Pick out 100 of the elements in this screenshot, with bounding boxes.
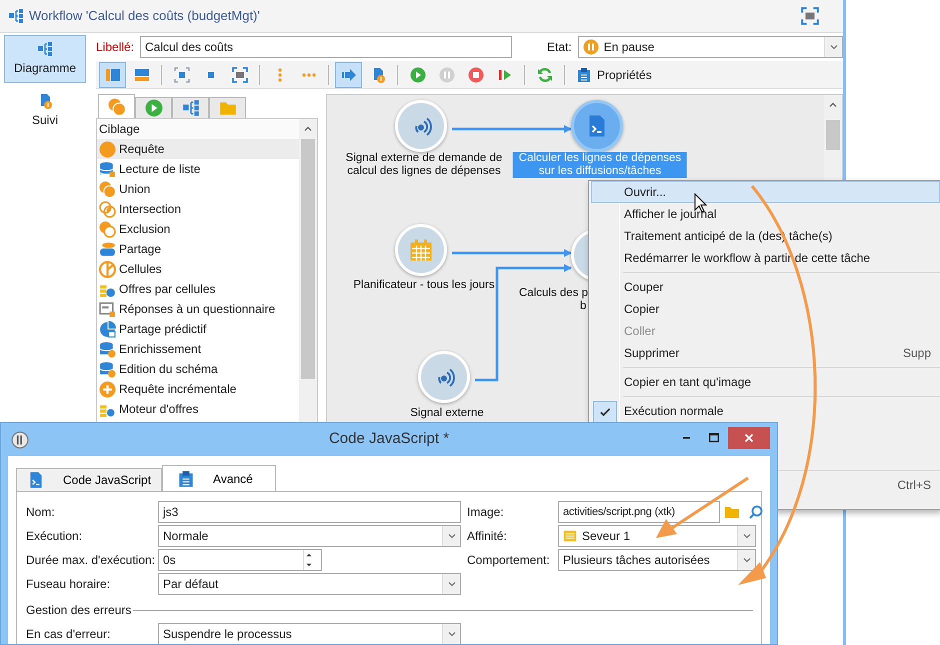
nav-tab[interactable]: Suivi: [4, 87, 86, 135]
palette-tab[interactable]: [98, 94, 135, 118]
palette-item[interactable]: Offres par cellules: [97, 279, 299, 299]
group-title: Gestion des erreurs: [26, 602, 132, 619]
palette-item[interactable]: Edition du schéma: [97, 359, 299, 379]
dropdown[interactable]: Plusieurs tâches autorisées: [558, 549, 756, 571]
dots-icon: [302, 72, 316, 76]
dialog-tab[interactable]: Avancé: [162, 465, 276, 491]
circles-icon: [99, 200, 116, 218]
server-icon: [563, 529, 577, 543]
palette-item[interactable]: Partage prédictif: [97, 319, 299, 339]
stop-icon: [468, 66, 484, 82]
node-label: Calculer les lignes de dépenses sur les diffusions/tâches: [512, 152, 688, 178]
refresh-icon: [536, 66, 552, 82]
palette-tab[interactable]: [172, 97, 209, 118]
app-icon: [11, 430, 29, 448]
workflow-icon: [37, 41, 53, 57]
plus-icon: [99, 380, 116, 398]
close-icon: [742, 431, 756, 445]
folder-button[interactable]: [724, 504, 740, 520]
palette-item[interactable]: Cellules: [97, 259, 299, 279]
toolbar-button[interactable]: [335, 62, 362, 88]
menu-item[interactable]: Copier: [591, 298, 940, 320]
close-button[interactable]: [728, 427, 770, 449]
spin-field[interactable]: 0s: [158, 549, 322, 571]
dropdown[interactable]: Seveur 1: [558, 525, 756, 547]
window-title: Workflow 'Calcul des coûts (budgetMgt)': [29, 7, 260, 26]
database-icon: [99, 360, 116, 378]
palette-item[interactable]: Lecture de liste: [97, 159, 299, 179]
palette-item[interactable]: Intersection: [97, 199, 299, 219]
field-label: Image:: [467, 504, 505, 521]
fit-icon: [174, 66, 190, 82]
field-label: Fuseau horaire:: [26, 576, 112, 593]
search-button[interactable]: [748, 504, 764, 520]
palette-item[interactable]: Exclusion: [97, 219, 299, 239]
field-label: Libellé:: [96, 39, 136, 56]
node-label: Signal externe: [410, 407, 484, 420]
palette-tab[interactable]: [135, 97, 172, 118]
workflow-icon: [8, 8, 24, 24]
minimize-icon: [682, 437, 690, 439]
properties-button[interactable]: Propriétés: [571, 62, 657, 88]
database-icon: [99, 160, 116, 178]
search-icon: [748, 504, 764, 520]
field-label: Exécution:: [26, 528, 84, 545]
state-select[interactable]: En pause: [578, 36, 843, 58]
circles-icon: [99, 180, 116, 198]
database-icon: [99, 340, 116, 358]
pause-icon: [438, 66, 454, 82]
field-label: Comportement:: [467, 552, 551, 569]
menu-item[interactable]: Afficher le journal: [591, 203, 940, 225]
calendar-icon: [409, 238, 433, 262]
pause-icon: [582, 39, 599, 55]
play-icon: [410, 66, 426, 82]
dots-icon: [278, 68, 282, 82]
field-label: Affinité:: [467, 528, 508, 545]
field-label: Etat:: [547, 39, 572, 56]
palette-item[interactable]: Union: [97, 179, 299, 199]
node-label: Calculs des p b: [519, 287, 588, 313]
label-field[interactable]: Calcul des coûts: [140, 36, 512, 58]
dropdown[interactable]: Suspendre le processus: [158, 623, 461, 644]
text-field[interactable]: js3: [158, 501, 461, 523]
dropdown[interactable]: Normale: [158, 525, 461, 547]
clipboard-icon: [576, 66, 592, 82]
nav-tab[interactable]: Diagramme: [4, 35, 86, 83]
image-field[interactable]: activities/script.png (xtk): [558, 501, 720, 523]
database-icon: [99, 240, 116, 258]
maximize-icon: [707, 431, 721, 445]
fullscreen-icon: [801, 7, 819, 25]
menu-item[interactable]: Exécution normale: [591, 400, 940, 422]
node-label: Planificateur - tous les jours: [353, 279, 495, 292]
scroll-thumb[interactable]: [301, 139, 315, 379]
palette-item[interactable]: Partage: [97, 239, 299, 259]
palette-item[interactable]: Requête incrémentale: [97, 379, 299, 399]
node-label: Signal externe de demande de calcul des lignes de dépenses: [346, 152, 502, 178]
folder-icon: [724, 504, 740, 520]
palette-item[interactable]: Enrichissement: [97, 339, 299, 359]
menu-item[interactable]: Redémarrer le workflow à partir de cette tâche: [591, 247, 940, 269]
palette-tab[interactable]: [209, 97, 246, 118]
dialog-title: Code JavaScript *: [328, 430, 450, 448]
palette-item[interactable]: Requête: [97, 139, 299, 159]
dialog-tab[interactable]: Code JavaScript: [16, 468, 162, 491]
field-label: En cas d'erreur:: [26, 626, 112, 643]
layout-icon: [104, 66, 120, 82]
scroll-thumb[interactable]: [826, 120, 840, 150]
form-icon: [99, 300, 116, 318]
menu-item[interactable]: Supprimer Supp: [591, 342, 940, 364]
group-header: Ciblage: [97, 119, 299, 139]
palette-item[interactable]: Réponses à un questionnaire: [97, 299, 299, 319]
menu-item[interactable]: Copier en tant qu'image: [591, 371, 940, 393]
field-label: Nom:: [26, 504, 56, 521]
activity-node[interactable]: [571, 100, 623, 152]
palette-item[interactable]: Moteur d'offres: [97, 399, 299, 419]
check-icon: [600, 408, 610, 416]
menu-item[interactable]: Couper: [591, 276, 940, 298]
dropdown[interactable]: Par défaut: [158, 573, 461, 595]
workflow-icon: [182, 99, 200, 117]
toolbar-button[interactable]: [99, 62, 126, 88]
pie-icon: [99, 260, 116, 278]
menu-item[interactable]: Ouvrir...: [591, 181, 940, 203]
fullscreen-button[interactable]: [801, 7, 819, 25]
